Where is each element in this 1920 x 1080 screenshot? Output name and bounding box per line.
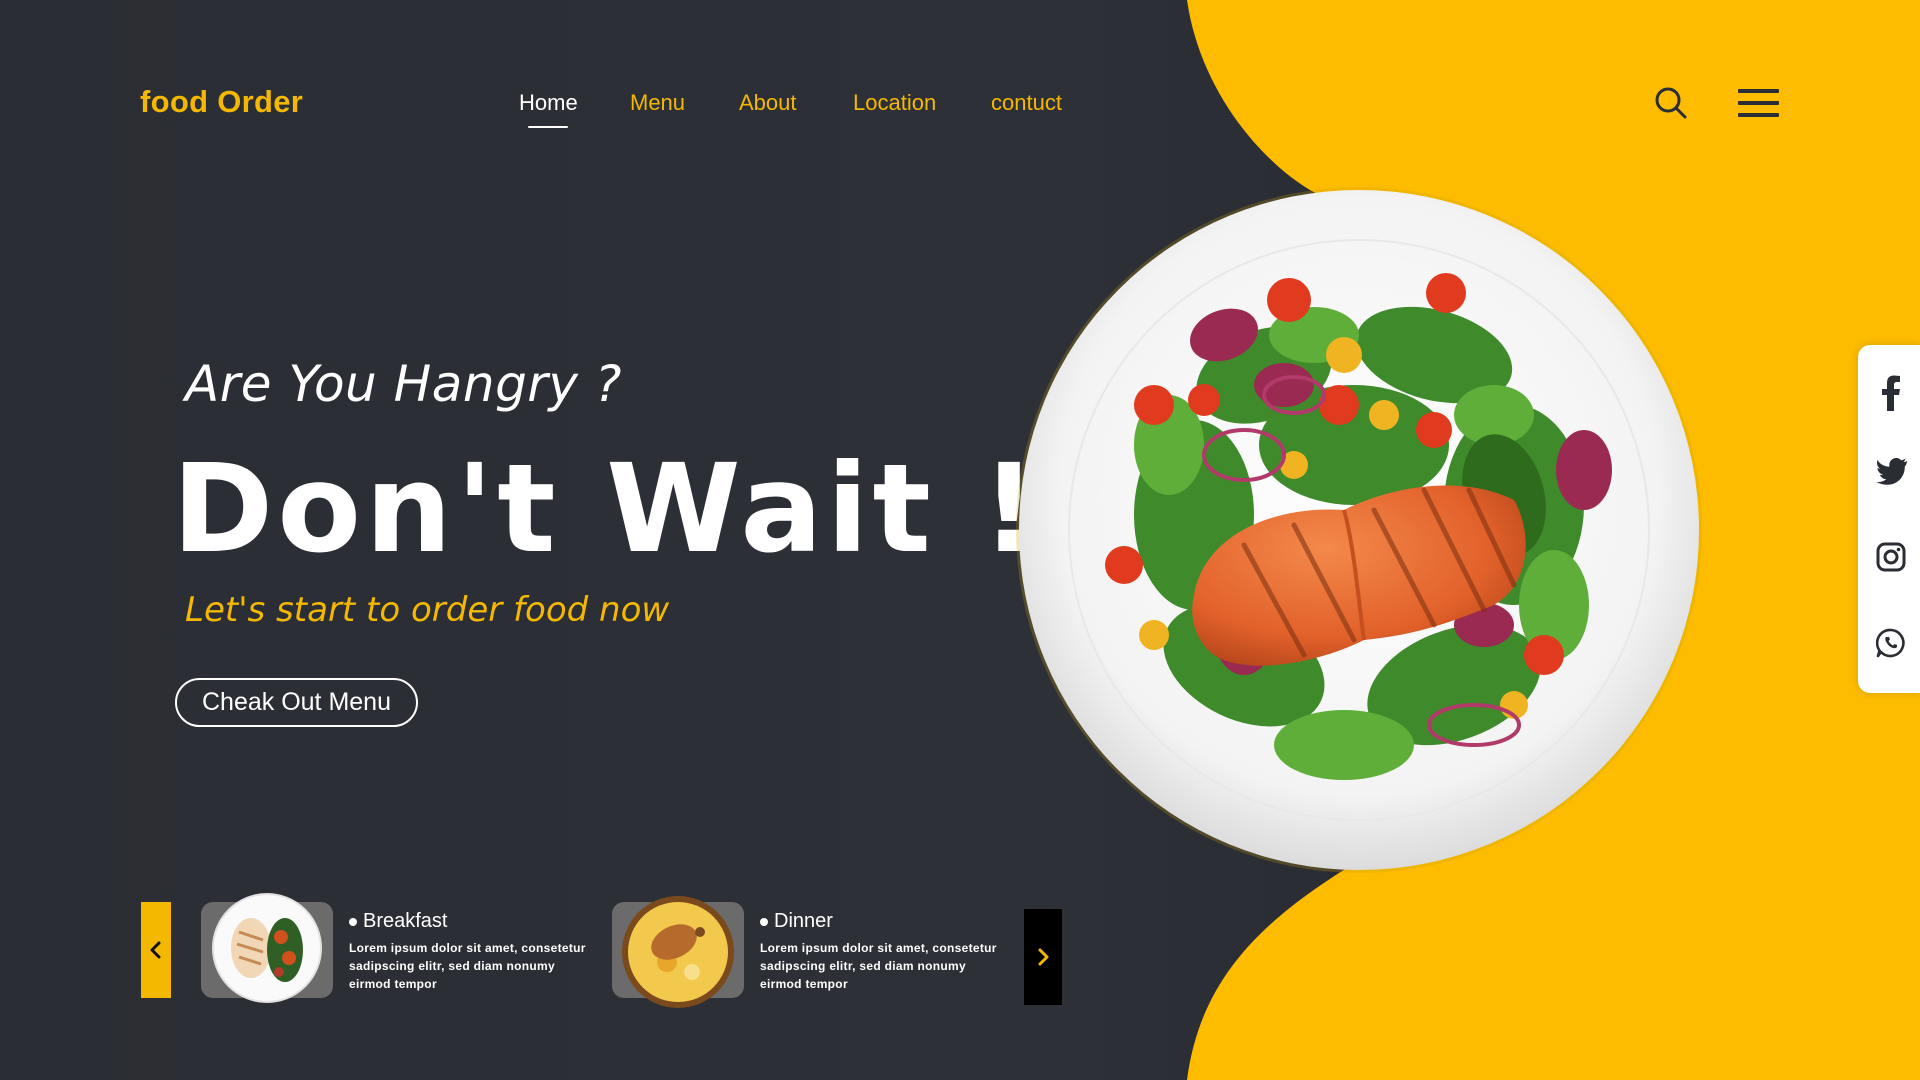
dinner-card-description: Lorem ipsum dolor sit amet, consetetur s… [760, 941, 997, 991]
nav-item-home[interactable]: Home [519, 90, 578, 116]
breakfast-card-description: Lorem ipsum dolor sit amet, consetetur s… [349, 941, 586, 991]
breakfast-card-title: Breakfast [349, 910, 447, 933]
nav-item-contact[interactable]: contuct [991, 90, 1062, 116]
bullet-dot [349, 917, 357, 926]
whatsapp-icon[interactable] [1875, 628, 1906, 658]
hero-title: Don't Wait ! [172, 438, 1041, 580]
breakfast-thumbnail[interactable] [201, 893, 333, 1003]
nav-item-menu[interactable]: Menu [630, 90, 685, 116]
chevron-right-icon [1038, 948, 1049, 966]
salmon-salad-plate-image [1016, 187, 1702, 873]
nav-active-indicator [528, 126, 568, 128]
hero-kicker: Are You Hangry ? [185, 355, 622, 413]
twitter-icon[interactable] [1876, 458, 1908, 488]
hamburger-menu-icon[interactable] [1738, 88, 1780, 118]
bullet-dot [760, 917, 768, 926]
instagram-icon[interactable] [1876, 542, 1906, 572]
nav-item-location[interactable]: Location [853, 90, 936, 116]
hero-subtitle: Let's start to order food now [185, 590, 670, 630]
social-sidebar [1858, 345, 1920, 693]
chevron-left-icon [150, 941, 161, 959]
brand-logo[interactable]: food Order [140, 84, 303, 120]
search-icon[interactable] [1654, 86, 1688, 120]
check-out-menu-button[interactable]: Cheak Out Menu [175, 678, 418, 727]
dinner-thumbnail[interactable] [612, 896, 744, 1008]
facebook-icon[interactable] [1876, 375, 1906, 411]
dinner-card-title: Dinner [760, 910, 833, 933]
carousel-next-button[interactable] [1024, 909, 1062, 1005]
nav-item-about[interactable]: About [739, 90, 797, 116]
dinner-title-text: Dinner [774, 910, 833, 932]
carousel-prev-button[interactable] [141, 902, 171, 998]
breakfast-title-text: Breakfast [363, 910, 448, 932]
